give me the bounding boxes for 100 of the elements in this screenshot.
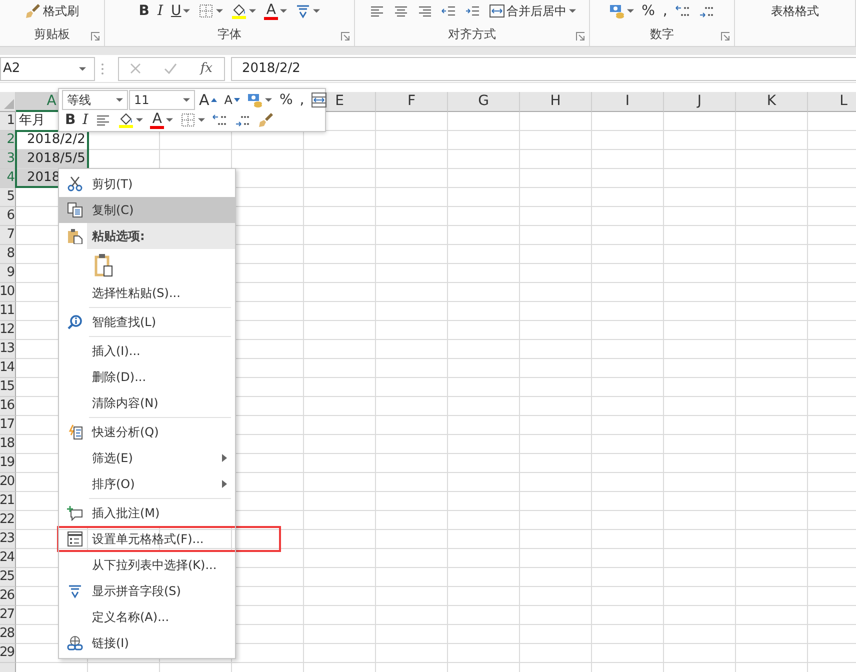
menu-item[interactable]: 快速分析(Q): [59, 419, 235, 445]
menu-item[interactable]: 插入批注(M): [59, 500, 235, 526]
fill-bucket-icon: [231, 3, 248, 19]
up-triangle-icon: [211, 98, 218, 102]
wrap-text-icon: [311, 92, 328, 108]
row-header[interactable]: 10: [0, 283, 16, 302]
format-cells-icon: [67, 531, 83, 547]
row-header[interactable]: 27: [0, 606, 16, 625]
menu-item[interactable]: 筛选(E): [59, 445, 235, 471]
row-header[interactable]: 14: [0, 359, 16, 378]
row-header[interactable]: 8: [0, 245, 16, 264]
row-header[interactable]: 12: [0, 321, 16, 340]
close-icon: [130, 63, 142, 74]
row-header[interactable]: 3: [0, 150, 16, 169]
menu-item[interactable]: 剪切(T): [59, 169, 235, 197]
bold-button[interactable]: B: [62, 110, 79, 130]
row-header[interactable]: 24: [0, 549, 16, 568]
phonetic-icon: [295, 3, 312, 19]
row-header[interactable]: 26: [0, 587, 16, 606]
paintbrush-icon: [258, 112, 274, 128]
paintbrush-icon: [25, 3, 41, 19]
clipboard-icon: [94, 252, 114, 276]
row-header[interactable]: 18: [0, 435, 16, 454]
menu-item[interactable]: 定义名称(A)...: [59, 604, 235, 630]
dialog-launcher-icon[interactable]: [91, 32, 100, 41]
down-triangle-icon: [234, 98, 240, 102]
toolbar-button[interactable]: 表格格式: [768, 1, 822, 21]
font-color-button[interactable]: A: [147, 110, 176, 130]
toolbar-button[interactable]: ,: [660, 1, 670, 21]
row-header[interactable]: 6: [0, 207, 16, 226]
row-header[interactable]: 19: [0, 454, 16, 473]
dropdown[interactable]: 等线: [62, 90, 128, 110]
column-header[interactable]: J: [664, 92, 736, 112]
menu-item[interactable]: 复制(C): [59, 197, 235, 223]
merge-button[interactable]: 合并后居中: [486, 1, 578, 21]
comment-icon: [67, 505, 83, 521]
paintbrush-button[interactable]: 格式刷: [22, 1, 82, 21]
grow-font-button[interactable]: A: [196, 90, 220, 110]
row-header[interactable]: 2: [0, 131, 16, 150]
row-header[interactable]: 25: [0, 568, 16, 587]
row-header[interactable]: 4: [0, 169, 16, 188]
table-cell: 2018/5/5: [16, 150, 87, 168]
row-header[interactable]: 29: [0, 644, 16, 663]
dropdown[interactable]: 11: [129, 90, 195, 110]
row-header[interactable]: 5: [0, 188, 16, 207]
drag-handle-icon: [101, 62, 104, 74]
menu-item[interactable]: 链接(I): [59, 630, 235, 658]
menu-item[interactable]: 显示拼音字段(S): [59, 578, 235, 604]
toolbar-button[interactable]: %: [276, 90, 296, 110]
menu-item[interactable]: 插入(I)...: [59, 338, 235, 364]
row-header[interactable]: 20: [0, 473, 16, 492]
row-header[interactable]: 9: [0, 264, 16, 283]
insert-function-button[interactable]: fx: [197, 58, 216, 78]
italic-button[interactable]: I: [154, 1, 166, 21]
copy-icon: [67, 202, 83, 218]
shrink-font-button[interactable]: A: [221, 90, 244, 110]
menu-item[interactable]: 删除(D)...: [59, 364, 235, 390]
row-header[interactable]: 7: [0, 226, 16, 245]
menu-item[interactable]: 选择性粘贴(S)...: [59, 280, 235, 306]
row-header[interactable]: 11: [0, 302, 16, 321]
formula-field[interactable]: 2018/2/2: [231, 56, 856, 80]
menu-item[interactable]: 从下拉列表中选择(K)...: [59, 552, 235, 578]
check-icon: [164, 63, 178, 74]
font-color-button[interactable]: A: [261, 1, 290, 21]
row-header[interactable]: 21: [0, 492, 16, 511]
dialog-launcher-icon[interactable]: [576, 32, 585, 41]
scissors-icon: [67, 176, 83, 192]
bold-button[interactable]: B: [136, 1, 152, 21]
menu-item[interactable]: 智能查找(L): [59, 309, 235, 335]
row-header[interactable]: 23: [0, 530, 16, 549]
menu-item[interactable]: 设置单元格格式(F)...: [59, 526, 235, 552]
row-header[interactable]: 17: [0, 416, 16, 435]
dialog-launcher-icon[interactable]: [341, 32, 350, 41]
caret-icon: [183, 98, 190, 102]
fill-bucket-icon: [118, 112, 134, 128]
column-header[interactable]: G: [448, 92, 520, 112]
menu-item[interactable]: 清除内容(N): [59, 390, 235, 416]
group-label: 字体: [218, 26, 242, 42]
column-header[interactable]: F: [376, 92, 448, 112]
menu-item[interactable]: 排序(O): [59, 471, 235, 497]
row-header[interactable]: 16: [0, 397, 16, 416]
row-header[interactable]: 22: [0, 511, 16, 530]
column-header[interactable]: K: [736, 92, 808, 112]
increase-decimal-icon: [212, 112, 228, 128]
underline-button[interactable]: U: [168, 1, 194, 21]
column-header[interactable]: H: [520, 92, 592, 112]
money-icon: [608, 3, 625, 19]
link-icon: [67, 635, 83, 651]
italic-button[interactable]: I: [80, 110, 92, 130]
clipboard-icon: [67, 228, 83, 244]
column-header[interactable]: I: [592, 92, 664, 112]
dialog-launcher-icon[interactable]: [721, 32, 730, 41]
column-header[interactable]: L: [808, 92, 856, 112]
name-box[interactable]: A2: [0, 56, 95, 80]
row-header[interactable]: 1: [0, 112, 16, 131]
row-header[interactable]: 15: [0, 378, 16, 397]
row-header[interactable]: 28: [0, 625, 16, 644]
merge-icon: [488, 3, 504, 19]
toolbar-button[interactable]: %: [638, 1, 658, 21]
row-header[interactable]: 13: [0, 340, 16, 359]
